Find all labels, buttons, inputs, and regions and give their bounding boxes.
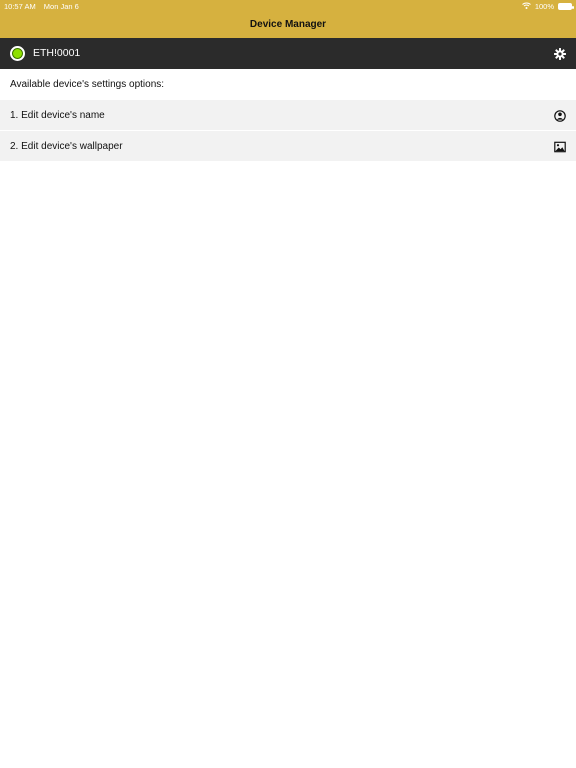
navigation-bar: 10:57 AM Mon Jan 6 100% Device Manager xyxy=(0,0,576,38)
battery-icon xyxy=(558,3,574,10)
connection-status-icon xyxy=(10,46,25,61)
page-title: Device Manager xyxy=(249,19,327,30)
status-time: 10:57 AM xyxy=(4,2,36,11)
device-name: ETH!0001 xyxy=(33,47,81,59)
status-bar: 10:57 AM Mon Jan 6 100% xyxy=(0,0,576,12)
option-label: 2. Edit device's wallpaper xyxy=(10,141,123,152)
status-date: Mon Jan 6 xyxy=(43,2,79,11)
wifi-icon xyxy=(521,2,531,11)
option-edit-wallpaper[interactable]: 2. Edit device's wallpaper xyxy=(0,131,576,161)
settings-intro-text: Available device's settings options: xyxy=(10,79,165,90)
gear-icon[interactable] xyxy=(554,47,566,60)
image-icon xyxy=(554,140,566,153)
option-label: 1. Edit device's name xyxy=(10,110,105,121)
battery-percentage: 100% xyxy=(534,2,554,11)
option-edit-name[interactable]: 1. Edit device's name xyxy=(0,100,576,130)
person-circle-icon xyxy=(554,109,566,122)
device-header: ETH!0001 xyxy=(0,38,576,69)
